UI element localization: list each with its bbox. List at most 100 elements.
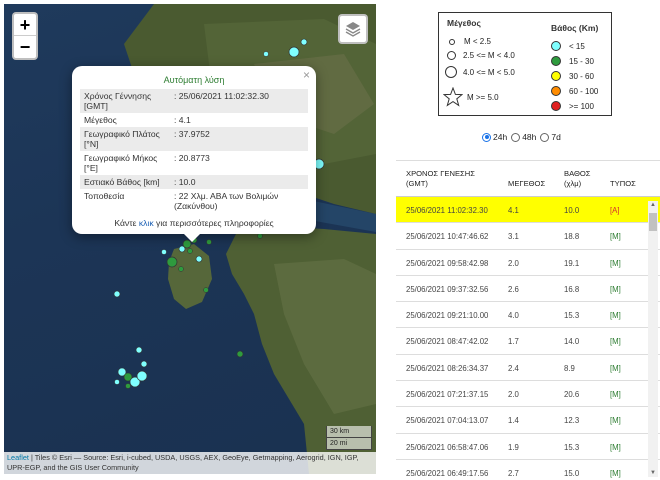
popup-detail-label: Γεωγραφικό Πλάτος [°N] bbox=[80, 127, 170, 151]
popup-detail-value: : 10.0 bbox=[170, 175, 308, 189]
small-circle-icon bbox=[449, 38, 455, 45]
cell-depth: 18.8 bbox=[564, 232, 580, 242]
scale-mi: 20 mi bbox=[326, 438, 372, 450]
cell-mag: 2.4 bbox=[508, 363, 519, 373]
popup-detail-row: Γεωγραφικό Πλάτος [°N]: 37.9752 bbox=[80, 127, 308, 151]
popup-detail-label: Εστιακό Βάθος [km] bbox=[80, 175, 170, 189]
cell-time: 25/06/2021 08:47:42.02 bbox=[406, 337, 489, 347]
table-row[interactable]: 25/06/2021 08:47:42.02 1.7 14.0 [M] bbox=[396, 328, 660, 355]
period-radio-24h[interactable] bbox=[482, 132, 491, 142]
table-header: ΧΡΟΝΟΣ ΓΕΝΕΣΗΣ (GMT) ΜΕΓΕΘΟΣ ΒΑΘΟΣ (χλμ) Τ… bbox=[396, 161, 660, 197]
cell-time: 25/06/2021 08:26:34.37 bbox=[406, 363, 489, 373]
popup-detail-row: Χρόνος Γέννησης [GMT]: 25/06/2021 11:02:… bbox=[80, 89, 308, 113]
table-row[interactable]: 25/06/2021 11:02:32.30 4.1 10.0 [A] bbox=[396, 197, 660, 224]
legend-depth-label: 60 - 100 bbox=[569, 86, 599, 96]
period-label-7d: 7d bbox=[551, 132, 561, 142]
table-row[interactable]: 25/06/2021 08:26:34.37 2.4 8.9 [M] bbox=[396, 355, 660, 382]
table-row[interactable]: 25/06/2021 09:37:32.56 2.6 16.8 [M] bbox=[396, 276, 660, 303]
period-label-48h: 48h bbox=[522, 132, 537, 142]
cell-mag: 1.7 bbox=[508, 337, 519, 347]
table-row[interactable]: 25/06/2021 10:47:46.62 3.1 18.8 [M] bbox=[396, 223, 660, 250]
map[interactable]: + − × Αυτόματη λύση Χρόνος Γέννησης [GMT… bbox=[4, 4, 376, 474]
popup-close-button[interactable]: × bbox=[303, 68, 310, 82]
legend-mag-label: M >= 5.0 bbox=[467, 92, 499, 102]
table-body: 25/06/2021 11:02:32.30 4.1 10.0 [A] 25/06/20… bbox=[396, 197, 660, 480]
cell-type: [M] bbox=[610, 468, 621, 478]
cell-mag: 2.6 bbox=[508, 284, 519, 294]
header-depth-line2: (χλμ) bbox=[564, 179, 582, 188]
table-row[interactable]: 25/06/2021 09:21:10.00 4.0 15.3 [M] bbox=[396, 302, 660, 329]
popup-more-info-link[interactable]: κλικ bbox=[139, 218, 154, 228]
cell-type: [M] bbox=[610, 390, 621, 400]
period-selector: 24h 48h 7d bbox=[482, 132, 561, 142]
zoom-control: + − bbox=[12, 12, 38, 60]
events-table: ΧΡΟΝΟΣ ΓΕΝΕΣΗΣ (GMT) ΜΕΓΕΘΟΣ ΒΑΘΟΣ (χλμ) Τ… bbox=[396, 160, 660, 480]
cell-depth: 19.1 bbox=[564, 258, 580, 268]
table-row[interactable]: 25/06/2021 07:21:37.15 2.0 20.6 [M] bbox=[396, 381, 660, 408]
cell-time: 25/06/2021 06:49:17.56 bbox=[406, 468, 489, 478]
period-radio-48h[interactable] bbox=[511, 132, 521, 142]
popup-detail-value: : 25/06/2021 11:02:32.30 bbox=[170, 89, 308, 113]
popup-detail-label: Γεωγραφικό Μήκος [°E] bbox=[84, 153, 158, 173]
cell-mag: 1.4 bbox=[508, 416, 519, 426]
legend-mag-label: M < 2.5 bbox=[464, 37, 491, 46]
zoom-out-button[interactable]: − bbox=[14, 36, 36, 58]
cell-mag: 4.0 bbox=[508, 311, 519, 321]
popup-details-table: Χρόνος Γέννησης [GMT]: 25/06/2021 11:02:… bbox=[80, 89, 308, 213]
header-time: ΧΡΟΝΟΣ ΓΕΝΕΣΗΣ (GMT) bbox=[406, 169, 475, 189]
header-depth-line1: ΒΑΘΟΣ bbox=[564, 169, 591, 178]
legend-mag-label: 4.0 <= M < 5.0 bbox=[463, 67, 515, 77]
legend-depth-item: 60 - 100 bbox=[551, 86, 598, 96]
popup-tip bbox=[182, 232, 202, 242]
popup-detail-row: Μέγεθος: 4.1 bbox=[80, 113, 308, 127]
right-panel: Μέγεθος M < 2.5 2.5 <= M < 4.0 4.0 <= M … bbox=[396, 4, 660, 480]
table-scrollbar[interactable]: ▲ ▼ bbox=[648, 201, 658, 477]
popup-footer: Κάντε κλικ για περισσότερες πληροφορίες bbox=[80, 218, 308, 228]
table-row[interactable]: 25/06/2021 09:58:42.98 2.0 19.1 [M] bbox=[396, 250, 660, 276]
cell-mag: 1.9 bbox=[508, 442, 519, 452]
cell-depth: 10.0 bbox=[564, 206, 580, 215]
layers-button[interactable] bbox=[338, 14, 368, 44]
zoom-in-button[interactable]: + bbox=[14, 14, 36, 36]
cell-type: [M] bbox=[610, 416, 621, 426]
legend-depth-label: >= 100 bbox=[569, 101, 594, 111]
header-magnitude: ΜΕΓΕΘΟΣ bbox=[508, 179, 546, 188]
legend-mag-label: 2.5 <= M < 4.0 bbox=[463, 51, 515, 60]
cell-depth: 14.0 bbox=[564, 337, 580, 347]
depth-color-swatch bbox=[551, 86, 561, 96]
header-time-line1: ΧΡΟΝΟΣ ΓΕΝΕΣΗΣ bbox=[406, 169, 475, 178]
scroll-down-icon[interactable]: ▼ bbox=[649, 469, 657, 477]
popup-detail-value: : 22 Χλμ. ΑΒΑ των Βολιμών (Ζακύνθου) bbox=[174, 191, 279, 211]
popup-title: Αυτόματη λύση bbox=[163, 75, 225, 85]
legend-depth-item: >= 100 bbox=[551, 101, 594, 111]
popup-detail-row: Τοποθεσία: 22 Χλμ. ΑΒΑ των Βολιμών (Ζακύ… bbox=[80, 189, 308, 213]
cell-depth: 15.3 bbox=[564, 442, 580, 452]
popup-footer-text-pre: Κάντε bbox=[114, 218, 139, 228]
cell-time: 25/06/2021 09:58:42.98 bbox=[406, 258, 489, 268]
table-row[interactable]: 25/06/2021 06:58:47.06 1.9 15.3 [M] bbox=[396, 434, 660, 460]
leaflet-link[interactable]: Leaflet bbox=[7, 453, 29, 462]
depth-color-swatch bbox=[551, 56, 561, 66]
table-row[interactable]: 25/06/2021 06:49:17.56 2.7 15.0 [M] bbox=[396, 460, 660, 480]
cell-time: 25/06/2021 09:37:32.56 bbox=[406, 284, 489, 294]
legend-depth-label: 15 - 30 bbox=[569, 56, 594, 66]
scroll-thumb[interactable] bbox=[649, 213, 657, 231]
popup-detail-value: : 37.9752 bbox=[170, 127, 308, 151]
cell-mag: 2.7 bbox=[508, 468, 519, 478]
cell-depth: 15.0 bbox=[564, 468, 580, 478]
legend-depth-label: 30 - 60 bbox=[569, 71, 594, 81]
earthquake-viewer: + − × Αυτόματη λύση Χρόνος Γέννησης [GMT… bbox=[0, 0, 660, 480]
scroll-up-icon[interactable]: ▲ bbox=[649, 201, 657, 209]
depth-color-swatch bbox=[551, 71, 561, 81]
period-radio-7d[interactable] bbox=[540, 132, 550, 142]
header-time-line2: (GMT) bbox=[406, 179, 428, 188]
medium-circle-icon bbox=[447, 51, 456, 60]
cell-time: 25/06/2021 09:21:10.00 bbox=[406, 311, 489, 321]
cell-type: [M] bbox=[610, 232, 621, 242]
legend-mag-item: M >= 5.0 bbox=[443, 87, 499, 107]
layers-icon bbox=[345, 22, 361, 37]
popup-detail-label: Χρόνος Γέννησης [GMT] bbox=[80, 89, 170, 113]
legend: Μέγεθος M < 2.5 2.5 <= M < 4.0 4.0 <= M … bbox=[438, 12, 612, 116]
table-row[interactable]: 25/06/2021 07:04:13.07 1.4 12.3 [M] bbox=[396, 407, 660, 434]
depth-color-swatch bbox=[551, 101, 561, 111]
